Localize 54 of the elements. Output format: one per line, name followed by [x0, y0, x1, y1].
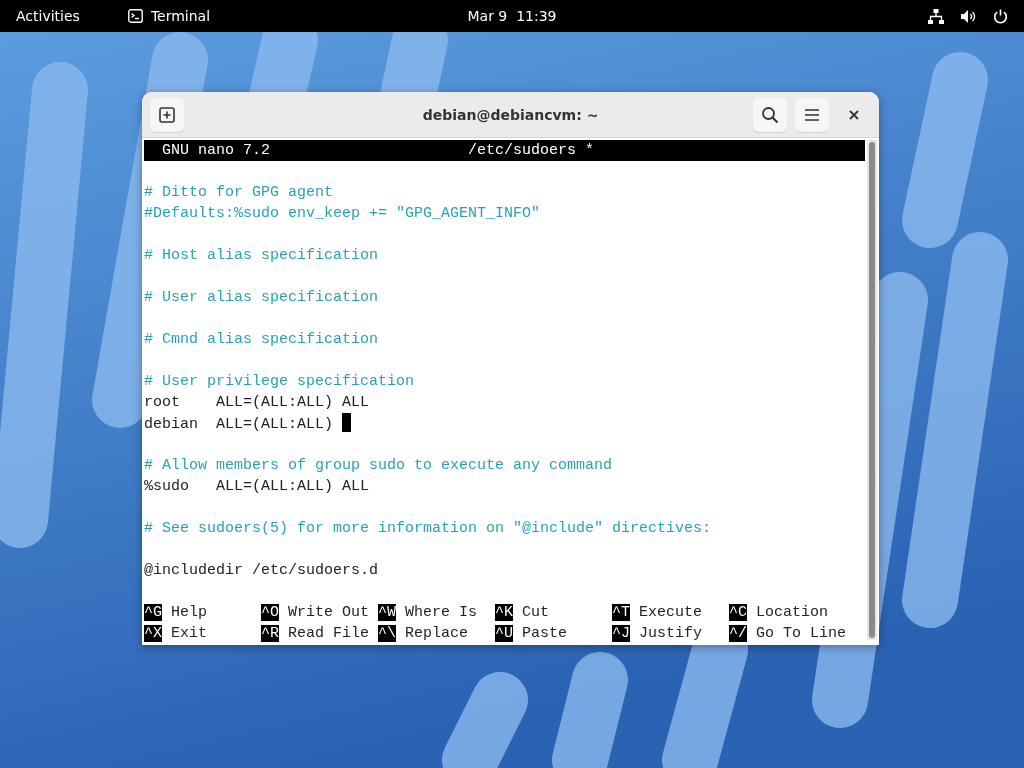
shortcut-label: Read File — [287, 625, 370, 642]
search-button[interactable] — [753, 97, 787, 132]
shortcut-label: Go To Line — [755, 625, 847, 642]
shortcut-key: ^U — [495, 625, 513, 642]
comment-line: # Host alias specification — [144, 247, 379, 264]
shortcut-key: ^T — [612, 604, 630, 621]
shortcut-label: Justify — [638, 625, 703, 642]
close-icon — [849, 109, 859, 120]
search-icon — [761, 105, 779, 124]
code-line: @includedir /etc/sudoers.d — [144, 562, 379, 579]
clock[interactable]: Mar 9 11:39 — [467, 6, 557, 27]
shortcut-label: Location — [755, 604, 829, 621]
comment-line: # See sudoers(5) for more information on "@include" directives: — [144, 520, 712, 537]
shortcut-key: ^O — [261, 604, 279, 621]
menu-icon — [804, 107, 820, 122]
shortcut-label: Help — [170, 604, 208, 621]
shortcut-key: ^\ — [378, 625, 396, 642]
file-name: /etc/sudoers * — [468, 141, 595, 161]
shortcut-key: ^/ — [729, 625, 747, 642]
comment-line: # User privilege specification — [144, 373, 415, 390]
code-line: debian ALL=(ALL:ALL) — [144, 416, 335, 433]
comment-line: # Ditto for GPG agent — [144, 184, 334, 201]
comment-line: # User alias specification — [144, 289, 379, 306]
shortcut-key: ^G — [144, 604, 162, 621]
shortcut-key: ^W — [378, 604, 396, 621]
code-line: %sudo ALL=(ALL:ALL) ALL — [144, 478, 370, 495]
menu-button[interactable] — [795, 97, 829, 132]
power-icon[interactable] — [993, 8, 1008, 24]
shortcut-label: Write Out — [287, 604, 370, 621]
plus-icon — [159, 106, 175, 123]
shortcut-key: ^X — [144, 625, 162, 642]
window-title: debian@debiancvm: ~ — [422, 106, 599, 125]
shortcut-label: Exit — [170, 625, 208, 642]
shortcut-label: Replace — [404, 625, 469, 642]
comment-line: # Allow members of group sudo to execute any command — [144, 457, 613, 474]
new-tab-button[interactable] — [150, 97, 184, 132]
shortcut-label: Execute — [638, 604, 703, 621]
volume-icon[interactable] — [960, 8, 977, 24]
editor-name: GNU nano 7.2 — [162, 141, 271, 161]
code-line: root ALL=(ALL:ALL) ALL — [144, 394, 370, 411]
activities-button[interactable]: Activities — [16, 5, 80, 27]
comment-line: #Defaults:%sudo env_keep += "GPG_AGENT_INFO" — [144, 205, 541, 222]
shortcut-key: ^C — [729, 604, 747, 621]
shortcut-key: ^R — [261, 625, 279, 642]
network-icon[interactable] — [928, 8, 944, 24]
comment-line: # Cmnd alias specification — [144, 331, 379, 348]
shortcut-label: Cut — [521, 604, 550, 621]
shortcut-key: ^K — [495, 604, 513, 621]
shortcut-key: ^J — [612, 625, 630, 642]
app-menu[interactable]: Terminal — [127, 5, 211, 27]
shortcut-label: Paste — [521, 625, 568, 642]
scrollbar[interactable] — [867, 140, 877, 640]
terminal-icon — [127, 9, 143, 23]
shortcut-label: Where Is — [404, 604, 478, 621]
